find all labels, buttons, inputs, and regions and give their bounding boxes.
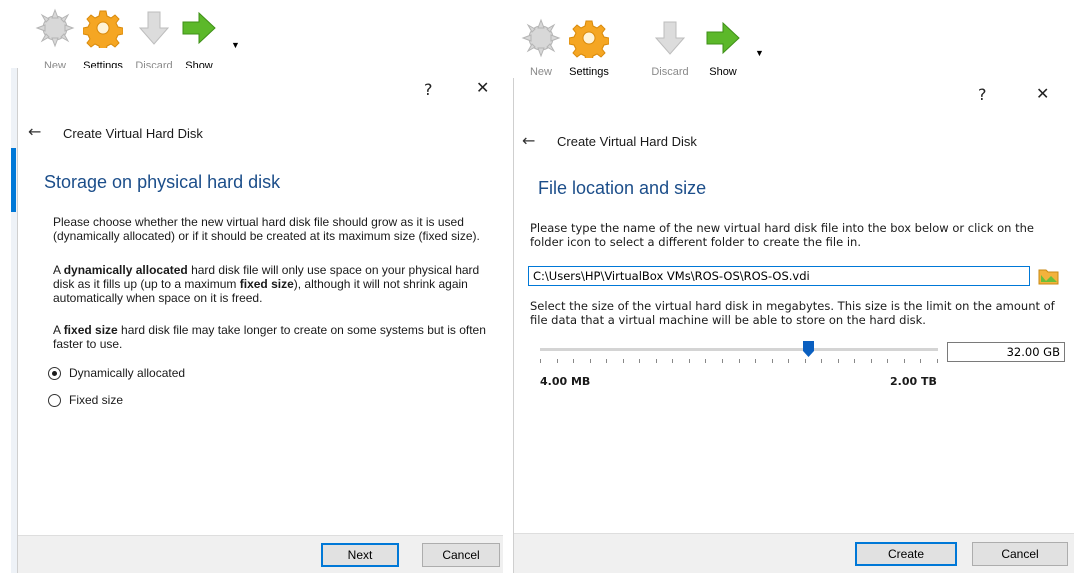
close-button[interactable]: ✕: [1036, 84, 1049, 103]
slider-tick: [655, 359, 657, 363]
selection-accent: [11, 148, 16, 212]
settings-button[interactable]: Settings: [566, 18, 612, 80]
cancel-button[interactable]: Cancel: [972, 542, 1068, 566]
close-button[interactable]: ✕: [476, 78, 489, 97]
slider-tick: [606, 359, 608, 363]
radio-indicator: [48, 393, 61, 407]
section-title: Storage on physical hard disk: [44, 172, 281, 192]
slider-tick: [903, 359, 905, 363]
next-button[interactable]: Next: [321, 543, 399, 567]
slider-tick: [920, 359, 922, 363]
fixed-description: A fixed size hard disk file may take lon…: [53, 323, 486, 351]
slider-tick: [573, 359, 575, 363]
discard-arrow-icon: [138, 11, 170, 45]
settings-button[interactable]: Settings: [80, 8, 126, 72]
slider-tick: [738, 359, 740, 363]
toolbar-left: New Settings Discard Show ▼: [0, 0, 503, 72]
slider-max-label: 2.00 TB: [890, 375, 937, 388]
show-arrow-icon: [182, 11, 216, 45]
slider-tick: [688, 359, 690, 363]
show-label: Show: [709, 66, 737, 78]
slider-tick: [870, 359, 872, 363]
discard-button[interactable]: Discard: [647, 18, 693, 80]
slider-tick: [672, 359, 674, 363]
dialog-title: Create Virtual Hard Disk: [63, 126, 203, 141]
slider-tick: [721, 359, 723, 363]
dynamic-description: A dynamically allocated hard disk file w…: [53, 263, 480, 305]
dialog-title: Create Virtual Hard Disk: [557, 134, 697, 149]
section-title: File location and size: [538, 178, 707, 198]
slider-tick: [854, 359, 856, 363]
size-slider-track[interactable]: [540, 348, 938, 351]
size-description: Select the size of the virtual hard disk…: [530, 299, 1055, 327]
dialog-file-location: ? ✕ ← Create Virtual Hard Disk File loca…: [513, 78, 1074, 573]
file-path-input[interactable]: [528, 266, 1030, 286]
radio-indicator: [48, 366, 61, 380]
slider-tick: [556, 359, 558, 363]
new-machine-icon: [521, 18, 561, 58]
slider-ticks: [540, 359, 938, 364]
slider-tick: [804, 359, 806, 363]
radio-dynamically-allocated[interactable]: Dynamically allocated: [48, 366, 185, 380]
create-button[interactable]: Create: [855, 542, 957, 566]
dialog-footer: Next Cancel: [18, 535, 503, 573]
dialog-storage: ? ✕ ← Create Virtual Hard Disk Storage o…: [17, 68, 503, 573]
show-dropdown-caret[interactable]: ▼: [755, 48, 764, 58]
size-slider-handle[interactable]: [803, 341, 814, 357]
folder-icon[interactable]: [1038, 266, 1060, 286]
show-button[interactable]: Show: [176, 8, 222, 72]
slider-tick: [887, 359, 889, 363]
new-button[interactable]: New: [32, 8, 78, 72]
new-machine-icon: [35, 8, 75, 48]
show-button[interactable]: Show: [700, 18, 746, 80]
back-button[interactable]: ←: [28, 122, 41, 141]
slider-tick: [937, 359, 938, 363]
slider-min-label: 4.00 MB: [540, 375, 591, 388]
gear-icon: [569, 20, 609, 58]
slider-tick: [771, 359, 773, 363]
slider-tick: [589, 359, 591, 363]
slider-tick: [705, 359, 707, 363]
discard-arrow-icon: [654, 21, 686, 55]
size-input[interactable]: [947, 342, 1065, 362]
help-button[interactable]: ?: [424, 80, 433, 99]
radio-label: Fixed size: [69, 393, 124, 407]
slider-tick: [540, 359, 541, 363]
cancel-button[interactable]: Cancel: [422, 543, 500, 567]
gear-icon: [83, 10, 123, 48]
help-button[interactable]: ?: [978, 85, 987, 104]
description-paragraph: Please type the name of the new virtual …: [530, 221, 1034, 249]
slider-tick: [755, 359, 757, 363]
radio-label: Dynamically allocated: [69, 366, 186, 380]
slider-tick: [622, 359, 624, 363]
show-dropdown-caret[interactable]: ▼: [231, 40, 240, 50]
discard-button[interactable]: Discard: [131, 8, 177, 72]
toolbar-right: New Settings Discard Show ▼: [513, 0, 1074, 78]
back-button[interactable]: ←: [522, 131, 535, 150]
new-button[interactable]: New: [518, 18, 564, 80]
slider-tick: [639, 359, 641, 363]
settings-label: Settings: [569, 66, 609, 78]
slider-tick: [821, 359, 823, 363]
new-label: New: [529, 66, 552, 78]
description-paragraph: Please choose whether the new virtual ha…: [53, 215, 480, 243]
discard-label: Discard: [651, 66, 689, 78]
radio-fixed-size[interactable]: Fixed size: [48, 393, 123, 407]
dialog-footer: Create Cancel: [514, 533, 1074, 573]
slider-tick: [837, 359, 839, 363]
show-arrow-icon: [706, 21, 740, 55]
slider-tick: [788, 359, 790, 363]
